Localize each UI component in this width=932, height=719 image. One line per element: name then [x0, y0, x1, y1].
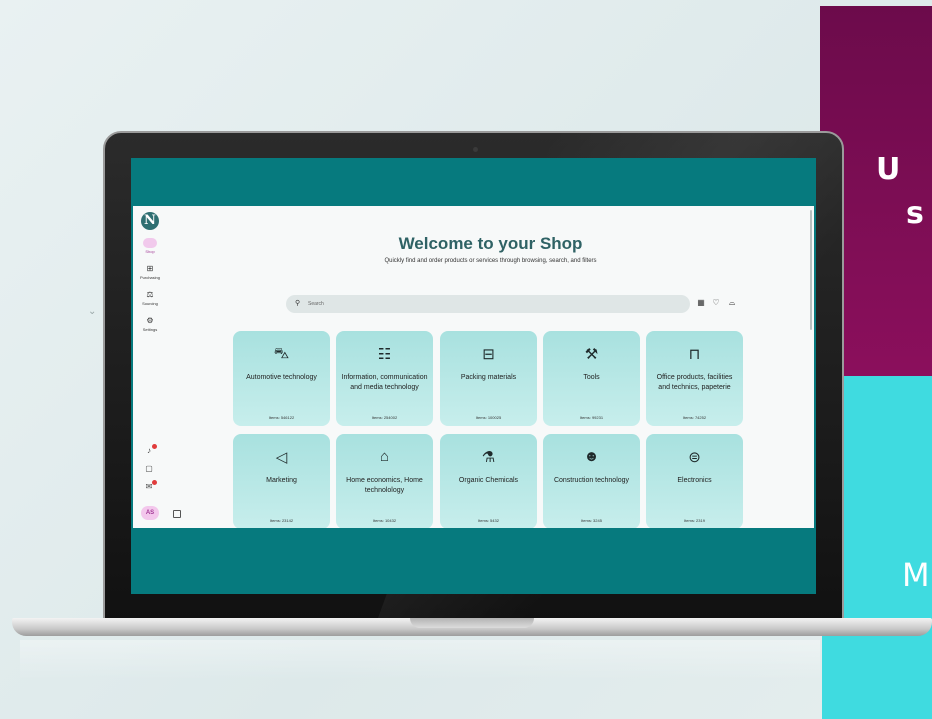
- heart-icon[interactable]: ♡: [711, 298, 721, 308]
- message-badge: [152, 480, 157, 485]
- notification-badge: [152, 444, 157, 449]
- tools-icon: ⚒: [584, 346, 599, 363]
- grid-icon[interactable]: ▦: [696, 298, 706, 308]
- laptop-frame: N Shop ⊞ Purchasing ⚖ Sourcing ⚙ Setting…: [103, 131, 844, 623]
- category-count: Items: 74252: [682, 415, 707, 420]
- plug-icon: ⊜: [688, 449, 701, 466]
- shop-icon: [143, 238, 157, 248]
- category-name: Tools: [583, 374, 600, 381]
- notifications-icon[interactable]: ♪: [143, 444, 157, 456]
- category-count: Items: 2319: [684, 518, 705, 523]
- sidebar-item-settings[interactable]: ⚙ Settings: [133, 316, 167, 332]
- category-card-office[interactable]: ⊓ Office products, facilities and techni…: [646, 331, 743, 426]
- category-card-construction[interactable]: ☻ Construction technology Items: 3245: [543, 434, 640, 528]
- category-name: Marketing: [266, 477, 297, 484]
- chevron-down-icon[interactable]: ⌄: [88, 306, 98, 317]
- category-count: Items: 254002: [371, 415, 398, 420]
- decorative-text-3: M: [902, 556, 930, 594]
- category-count: Items: 10432: [372, 518, 397, 523]
- search-input[interactable]: Search: [308, 301, 324, 307]
- category-card-marketing[interactable]: ◁ Marketing Items: 23142: [233, 434, 330, 528]
- app-logo[interactable]: N: [141, 212, 159, 230]
- category-name: Electronics: [677, 477, 712, 484]
- decorative-text-1: U: [876, 152, 901, 187]
- shop-app: N Shop ⊞ Purchasing ⚖ Sourcing ⚙ Setting…: [133, 206, 814, 528]
- category-card-chemicals[interactable]: ⚗ Organic Chemicals Items: 5432: [440, 434, 537, 528]
- document-person-icon: ☷: [377, 346, 392, 363]
- laptop-reflection: [20, 640, 820, 680]
- clipboard-icon[interactable]: ▢: [143, 464, 155, 474]
- category-count: Items: 100025: [475, 415, 502, 420]
- category-name: Packing materials: [460, 374, 517, 381]
- house-icon: ⌂: [379, 448, 390, 465]
- category-count: Items: 5432: [478, 518, 499, 523]
- category-name: Information, communication and media tec…: [341, 374, 428, 391]
- worker-icon: ☻: [583, 448, 600, 465]
- messages-icon[interactable]: ✉: [143, 480, 157, 492]
- page-title: Welcome to your Shop: [398, 234, 583, 253]
- category-name: Home economics, Home technolology: [346, 477, 423, 494]
- camera-icon: [473, 147, 478, 152]
- flask-icon: ⚗: [481, 449, 496, 466]
- sidebar-item-label: Sourcing: [142, 301, 158, 306]
- category-count: Items: 3245: [581, 518, 602, 523]
- category-card-tools[interactable]: ⚒ Tools Items: 99231: [543, 331, 640, 426]
- sidebar-item-sourcing[interactable]: ⚖ Sourcing: [133, 290, 167, 306]
- sidebar: N Shop ⊞ Purchasing ⚖ Sourcing ⚙ Setting…: [133, 206, 167, 528]
- search-bar[interactable]: ⚲ Search: [286, 295, 690, 313]
- scrollbar[interactable]: [810, 210, 812, 330]
- category-card-ict[interactable]: ☷ Information, communication and media t…: [336, 331, 433, 426]
- category-name: Construction technology: [553, 477, 630, 484]
- car-icon: ⛍: [273, 345, 290, 362]
- gavel-icon: ⚖: [146, 290, 154, 299]
- category-count: Items: 23142: [269, 518, 294, 523]
- laptop-screen: N Shop ⊞ Purchasing ⚖ Sourcing ⚙ Setting…: [131, 158, 816, 594]
- sidebar-item-label: Shop: [145, 249, 155, 254]
- sidebar-item-label: Settings: [142, 327, 158, 332]
- category-count: Items: 99231: [579, 415, 604, 420]
- category-card-home[interactable]: ⌂ Home economics, Home technolology Item…: [336, 434, 433, 528]
- megaphone-icon: ◁: [275, 449, 288, 466]
- collapse-sidebar-icon[interactable]: [173, 510, 181, 518]
- category-name: Automotive technology: [246, 374, 317, 381]
- category-card-packing[interactable]: ⊟ Packing materials Items: 100025: [440, 331, 537, 426]
- sidebar-item-shop[interactable]: Shop: [133, 238, 167, 254]
- decorative-text-2: s: [906, 196, 924, 231]
- category-count: Items: 546122: [268, 415, 295, 420]
- avatar[interactable]: AS: [141, 506, 159, 520]
- search-icon: ⚲: [295, 300, 301, 307]
- desk-icon: ⊓: [688, 346, 701, 363]
- category-card-automotive[interactable]: ⛍ Automotive technology Items: 546122: [233, 331, 330, 426]
- page-subtitle: Quickly find and order products or servi…: [384, 258, 597, 264]
- bag-icon[interactable]: ⌓: [727, 298, 737, 308]
- sidebar-item-purchasing[interactable]: ⊞ Purchasing: [133, 264, 167, 280]
- category-name: Organic Chemicals: [458, 477, 519, 484]
- archive-box-icon: ⊟: [482, 346, 495, 363]
- sidebar-item-label: Purchasing: [139, 275, 160, 280]
- laptop-notch: [410, 618, 534, 628]
- gear-icon: ⚙: [146, 316, 154, 325]
- category-card-electronics[interactable]: ⊜ Electronics Items: 2319: [646, 434, 743, 528]
- category-name: Office products, facilities and technics…: [656, 374, 733, 391]
- cart-icon: ⊞: [146, 264, 154, 273]
